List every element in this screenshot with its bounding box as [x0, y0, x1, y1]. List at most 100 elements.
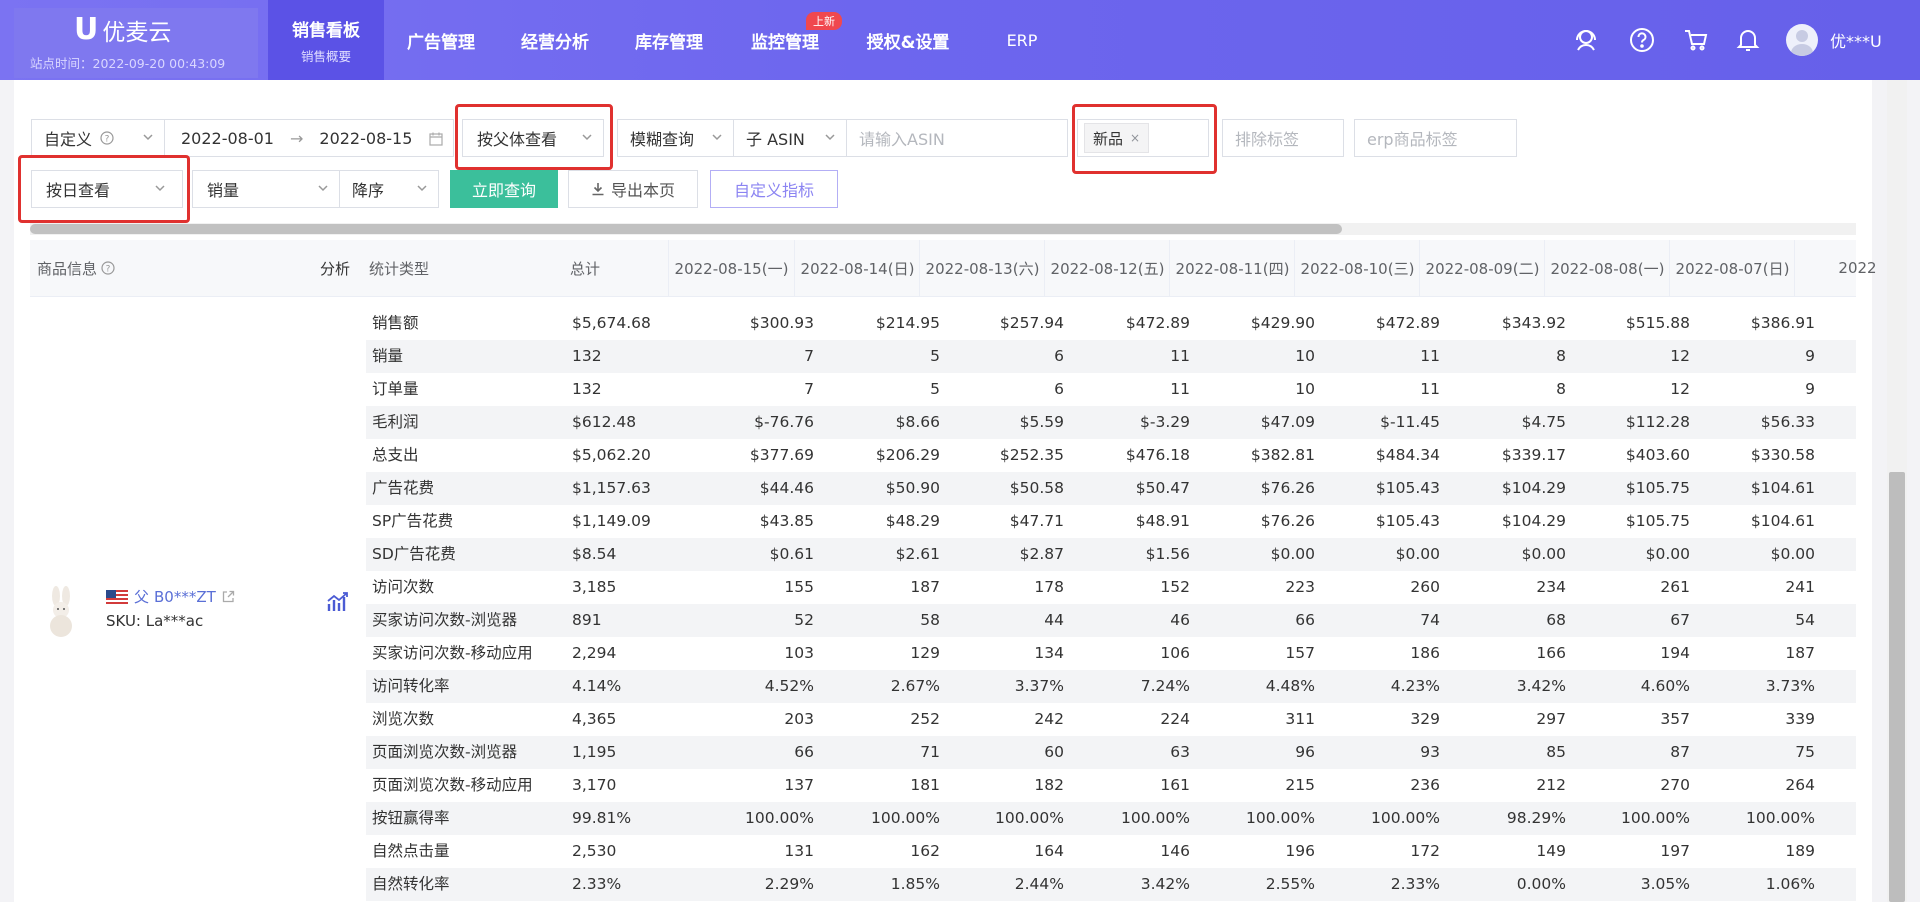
row-value: $48.29 — [885, 512, 940, 530]
logo-mark: U — [74, 12, 99, 47]
nav-sales-dashboard[interactable]: 销售看板 销售概要 — [268, 0, 384, 80]
horizontal-scrollbar-thumb[interactable] — [30, 224, 1342, 234]
exclude-tag-select[interactable]: 排除标签 — [1222, 119, 1344, 157]
row-value: 63 — [1170, 743, 1190, 761]
vertical-scrollbar-thumb[interactable] — [1889, 472, 1905, 902]
row-value: 224 — [1160, 710, 1190, 728]
table-header: 商品信息 ? 分析 统计类型 总计 2022-08-15(一) 2022-08-1… — [30, 240, 1877, 297]
start-date[interactable]: 2022-08-01 — [181, 129, 274, 148]
th-date[interactable]: 2022-08-12(五) — [1044, 240, 1170, 296]
nav-business-analysis[interactable]: 经营分析 — [510, 0, 600, 80]
nav-erp[interactable]: ERP — [996, 0, 1048, 80]
external-link-icon[interactable] — [222, 590, 235, 603]
table-row: 销售额 $5,674.68 $300.93 $214.95 $257.94 $472.89… — [366, 307, 1856, 340]
customer-service-icon[interactable] — [1572, 26, 1600, 54]
row-value: 134 — [1034, 644, 1064, 662]
th-date[interactable]: 2022-08-07(日) — [1669, 240, 1795, 296]
nav-auth-settings[interactable]: 授权&设置 — [858, 0, 958, 80]
row-value: $-3.29 — [1140, 413, 1190, 431]
th-date[interactable]: 2022-08-13(六) — [919, 240, 1045, 296]
order-select[interactable]: 降序 — [339, 170, 439, 208]
export-button[interactable]: 导出本页 — [568, 170, 698, 208]
horizontal-scrollbar[interactable] — [30, 223, 1856, 235]
metric-select[interactable]: 销量 — [192, 170, 340, 208]
custom-metric-button[interactable]: 自定义指标 — [710, 170, 838, 208]
table-row: 总支出 $5,062.20 $377.69 $206.29 $252.35 $476.18… — [366, 439, 1856, 472]
row-value: $472.89 — [1125, 314, 1190, 332]
th-product: 商品信息 ? — [37, 240, 115, 296]
row-value: $206.29 — [875, 446, 940, 464]
row-value: 68 — [1546, 611, 1566, 629]
row-label: SP广告花费 — [372, 512, 454, 530]
asin-link[interactable]: B0***ZT — [154, 588, 216, 606]
th-date[interactable]: 2022-08-09(二) — [1419, 240, 1545, 296]
table-row: 订单量 132 7 5 6 11 10 11 8 12 9 — [366, 373, 1856, 406]
highlight-box — [1072, 104, 1217, 174]
nav-ad-management[interactable]: 广告管理 — [396, 0, 486, 80]
cart-icon[interactable] — [1682, 26, 1710, 54]
row-label: 销量 — [372, 347, 404, 365]
vertical-scrollbar[interactable] — [1887, 80, 1907, 902]
th-date[interactable]: 2022-08-15(一) — [668, 240, 794, 296]
date-mode-select[interactable]: 自定义 ? — [31, 119, 165, 157]
asin-type-select[interactable]: 子 ASIN — [733, 119, 847, 157]
row-value: 197 — [1660, 842, 1690, 860]
row-value: 187 — [1785, 644, 1815, 662]
row-value: $0.00 — [1395, 545, 1440, 563]
chevron-down-icon — [143, 134, 153, 141]
logo[interactable]: U 优麦云 — [74, 12, 171, 47]
row-value: 149 — [1536, 842, 1566, 860]
row-value: 2.55% — [1265, 875, 1315, 893]
th-date[interactable]: 2022-08-10(三) — [1294, 240, 1420, 296]
trend-chart-icon[interactable] — [326, 591, 350, 613]
row-total: 3,185 — [572, 578, 617, 596]
row-value: $0.00 — [1645, 545, 1690, 563]
custom-metric-label: 自定义指标 — [733, 181, 814, 200]
product-thumbnail[interactable] — [42, 586, 80, 638]
row-label: 浏览次数 — [372, 710, 435, 728]
row-label: SD广告花费 — [372, 545, 456, 563]
table-row: 页面浏览次数-浏览器 1,195 66 71 60 63 96 93 85 87 75 — [366, 736, 1856, 769]
row-label: 买家访问次数-移动应用 — [372, 644, 533, 662]
row-value: 6 — [1054, 380, 1064, 398]
nav-label: 监控管理 — [751, 32, 819, 53]
table-row: 毛利润 $612.48 $-76.76 $8.66 $5.59 $-3.29 $47.09 $… — [366, 406, 1856, 439]
row-value: 103 — [784, 644, 814, 662]
row-value: $429.90 — [1250, 314, 1315, 332]
row-value: 189 — [1785, 842, 1815, 860]
table-row: 访问次数 3,185 155 187 178 152 223 260 234 261 241 — [366, 571, 1856, 604]
help-circle-icon[interactable]: ? — [101, 261, 115, 275]
row-label: 访问转化率 — [372, 677, 450, 695]
row-value: 146 — [1160, 842, 1190, 860]
row-value: $2.87 — [1019, 545, 1064, 563]
nav-monitoring[interactable]: 监控管理 上新 — [740, 0, 842, 80]
row-value: 7.24% — [1140, 677, 1190, 695]
date-range-picker[interactable]: 2022-08-01 → 2022-08-15 — [164, 119, 454, 157]
user-menu[interactable]: 优***U — [1786, 24, 1882, 56]
th-date[interactable]: 2022-08-11(四) — [1169, 240, 1295, 296]
asin-search-input[interactable]: 请输入ASIN — [846, 119, 1068, 157]
end-date[interactable]: 2022-08-15 — [319, 129, 412, 148]
download-icon — [592, 183, 604, 196]
th-date[interactable]: 2022 — [1794, 240, 1920, 296]
erp-tag-select[interactable]: erp商品标签 — [1354, 119, 1517, 157]
highlight-box — [455, 104, 613, 170]
row-value: $50.58 — [1009, 479, 1064, 497]
table-row: 访问转化率 4.14% 4.52% 2.67% 3.37% 7.24% 4.48% 4.23%… — [366, 670, 1856, 703]
nav-label: 授权&设置 — [866, 32, 950, 53]
row-value: 264 — [1785, 776, 1815, 794]
username: 优***U — [1830, 32, 1882, 51]
th-date[interactable]: 2022-08-08(一) — [1544, 240, 1670, 296]
query-button[interactable]: 立即查询 — [450, 170, 558, 208]
match-mode-select[interactable]: 模糊查询 — [617, 119, 734, 157]
row-value: $330.58 — [1750, 446, 1815, 464]
row-total: $1,157.63 — [572, 479, 651, 497]
help-circle-icon: ? — [100, 131, 114, 145]
th-stat-type: 统计类型 — [369, 259, 430, 278]
nav-inventory[interactable]: 库存管理 — [624, 0, 714, 80]
help-icon[interactable] — [1628, 26, 1656, 54]
chevron-down-icon — [712, 134, 722, 141]
bell-icon[interactable] — [1734, 26, 1762, 54]
asin-type-value: 子 ASIN — [746, 130, 805, 149]
th-date[interactable]: 2022-08-14(日) — [794, 240, 920, 296]
